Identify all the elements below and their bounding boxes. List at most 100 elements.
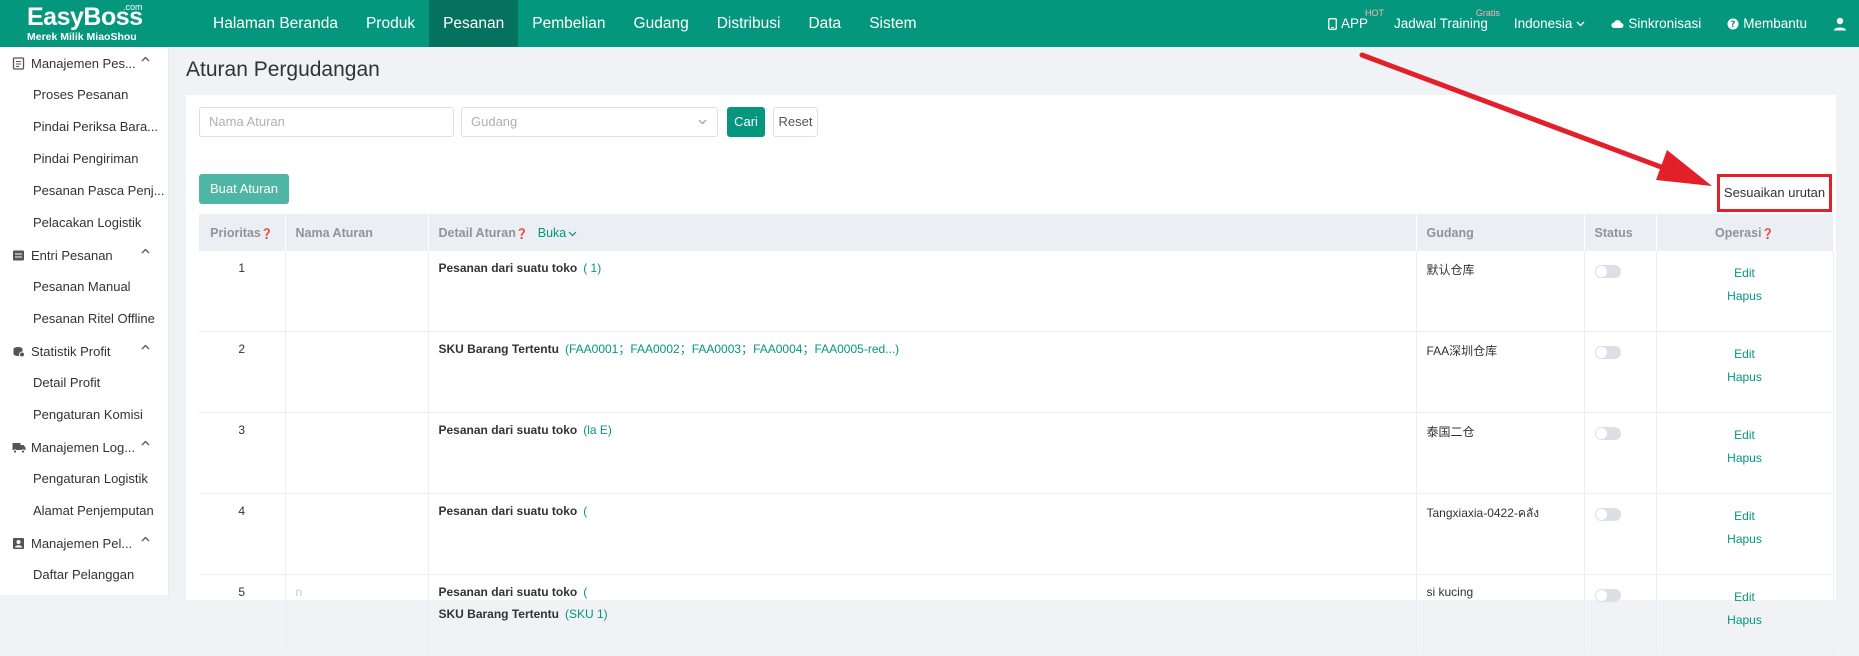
sidebar-item[interactable]: Pesanan Pasca Penj... bbox=[0, 175, 168, 207]
create-rule-button[interactable]: Buat Aturan bbox=[199, 174, 289, 204]
header-rule-detail: Detail Aturan❓ Buka bbox=[428, 214, 1417, 251]
main-content: Aturan Pergudangan Nama Aturan Gudang Ca… bbox=[168, 47, 1859, 656]
sidebar-item[interactable]: Detail Profit bbox=[0, 367, 168, 399]
question-icon[interactable]: ❓ bbox=[261, 229, 273, 240]
sidebar-group[interactable]: Statistik Profit bbox=[0, 335, 168, 367]
reset-button[interactable]: Reset bbox=[773, 107, 818, 137]
sidebar-item[interactable]: Pesanan Ritel Offline bbox=[0, 303, 168, 335]
nav-item[interactable]: Data bbox=[794, 0, 855, 47]
nav-item[interactable]: Pembelian bbox=[518, 0, 619, 47]
rule-name-cell: n bbox=[285, 574, 429, 656]
edit-link[interactable]: Edit bbox=[1667, 504, 1823, 529]
sidebar-item[interactable]: Pesanan Manual bbox=[0, 271, 168, 303]
status-toggle[interactable] bbox=[1594, 265, 1621, 278]
sidebar-item[interactable]: Pelacakan Logistik bbox=[0, 207, 168, 239]
edit-link[interactable]: Edit bbox=[1667, 261, 1823, 286]
nav-item[interactable]: Halaman Beranda bbox=[199, 0, 352, 47]
status-toggle[interactable] bbox=[1594, 346, 1621, 359]
header-rule-name: Nama Aturan bbox=[285, 214, 429, 251]
warehouse-select[interactable]: Gudang bbox=[461, 107, 718, 137]
sync-label: Sinkronisasi bbox=[1628, 16, 1702, 31]
customize-order-button[interactable]: Sesuaikan urutan bbox=[1717, 174, 1832, 212]
rule-condition: SKU Barang Tertentu (FAA0001；FAA0002；FAA0… bbox=[439, 342, 1406, 364]
sync-button[interactable]: Sinkronisasi bbox=[1611, 16, 1701, 31]
header-priority: Prioritas❓ bbox=[199, 214, 286, 251]
status-toggle[interactable] bbox=[1594, 427, 1621, 440]
status-toggle[interactable] bbox=[1594, 508, 1621, 521]
nav-item[interactable]: Sistem bbox=[855, 0, 930, 47]
expand-label: Buka bbox=[537, 225, 567, 240]
chevron-down-icon bbox=[698, 119, 707, 125]
order-icon bbox=[12, 56, 25, 70]
sidebar-item[interactable]: Proses Pesanan bbox=[0, 79, 168, 111]
warehouse-cell: Tangxiaxia-0422-คลัง bbox=[1416, 493, 1585, 575]
sidebar-group[interactable]: Manajemen Log... bbox=[0, 431, 168, 463]
sidebar-item[interactable]: Pengaturan Logistik bbox=[0, 463, 168, 495]
sidebar: Manajemen Pes... Proses Pesanan Pindai Per… bbox=[0, 47, 169, 595]
status-cell bbox=[1584, 251, 1657, 332]
edit-link[interactable]: Edit bbox=[1667, 342, 1823, 367]
user-avatar[interactable] bbox=[1833, 17, 1847, 31]
language-label: Indonesia bbox=[1513, 16, 1573, 31]
sidebar-item[interactable]: Pengaturan Komisi bbox=[0, 399, 168, 431]
sidebar-group[interactable]: Manajemen Pel... bbox=[0, 527, 168, 559]
sidebar-group[interactable]: Manajemen Pes... bbox=[0, 47, 168, 79]
rule-name-input[interactable]: Nama Aturan bbox=[199, 107, 454, 137]
rule-condition: Pesanan dari suatu toko (la E) bbox=[439, 423, 1406, 445]
nav-item[interactable]: Produk bbox=[352, 0, 429, 47]
nav-item[interactable]: Gudang bbox=[620, 0, 703, 47]
language-select[interactable]: Indonesia bbox=[1514, 16, 1586, 31]
status-toggle[interactable] bbox=[1594, 589, 1621, 602]
rules-panel: Buat Aturan Sesuaikan urutan Prioritas❓ … bbox=[186, 160, 1836, 656]
help-label: Membantu bbox=[1743, 16, 1807, 31]
status-cell bbox=[1584, 331, 1657, 413]
operation-cell: Edit Hapus bbox=[1656, 331, 1834, 413]
rule-name-cell bbox=[285, 331, 429, 413]
header-detail-label: Detail Aturan bbox=[438, 225, 516, 240]
chevron-up-icon bbox=[141, 56, 150, 62]
status-cell bbox=[1584, 574, 1657, 656]
rule-detail-cell: Pesanan dari suatu toko (SKU Barang Terte… bbox=[428, 574, 1417, 656]
condition-value: ( bbox=[583, 504, 588, 518]
nav-item[interactable]: Pesanan bbox=[429, 0, 519, 47]
question-icon[interactable]: ❓ bbox=[516, 229, 528, 240]
condition-value: (FAA0001；FAA0002；FAA0003；FAA0004；FAA0005… bbox=[564, 342, 900, 356]
header-status: Status bbox=[1584, 214, 1657, 251]
warehouse-placeholder: Gudang bbox=[471, 114, 518, 129]
edit-link[interactable]: Edit bbox=[1667, 423, 1823, 448]
operation-cell: Edit Hapus bbox=[1656, 412, 1834, 494]
delete-link[interactable]: Hapus bbox=[1667, 608, 1823, 633]
nav-item[interactable]: Distribusi bbox=[703, 0, 795, 47]
priority-cell: 3 bbox=[199, 412, 286, 494]
logo-domain: .com bbox=[123, 2, 143, 12]
sidebar-group-label: Manajemen Log... bbox=[31, 439, 136, 455]
chevron-up-icon bbox=[141, 344, 150, 350]
sidebar-item[interactable]: Alamat Penjemputan bbox=[0, 495, 168, 527]
edit-link[interactable]: Edit bbox=[1667, 585, 1823, 610]
sidebar-group-label: Manajemen Pes... bbox=[31, 55, 136, 71]
sidebar-group[interactable]: Entri Pesanan bbox=[0, 239, 168, 271]
expand-toggle[interactable]: Buka bbox=[538, 226, 578, 240]
operation-cell: Edit Hapus bbox=[1656, 251, 1834, 332]
sidebar-item[interactable]: Pindai Pengiriman bbox=[0, 143, 168, 175]
delete-link[interactable]: Hapus bbox=[1667, 365, 1823, 390]
rule-name-cell bbox=[285, 412, 429, 494]
question-icon[interactable]: ❓ bbox=[1762, 229, 1774, 240]
delete-link[interactable]: Hapus bbox=[1667, 446, 1823, 471]
delete-link[interactable]: Hapus bbox=[1667, 284, 1823, 309]
sidebar-item[interactable]: Pindai Periksa Bara... bbox=[0, 111, 168, 143]
customer-icon bbox=[12, 537, 25, 550]
operation-cell: Edit Hapus bbox=[1656, 574, 1834, 656]
delete-link[interactable]: Hapus bbox=[1667, 527, 1823, 552]
logo[interactable]: EasyBoss .com Merek Milik MiaoShou bbox=[0, 0, 170, 47]
rule-detail-cell: Pesanan dari suatu toko ( bbox=[428, 493, 1417, 575]
search-button[interactable]: Cari bbox=[727, 107, 765, 137]
help-button[interactable]: ? Membantu bbox=[1727, 16, 1807, 31]
app-download[interactable]: APP HOT bbox=[1328, 8, 1384, 31]
warehouse-cell: 泰国二仓 bbox=[1416, 412, 1585, 494]
top-right-menu: APP HOT Jadwal Training Gratis Indonesia… bbox=[1328, 0, 1859, 47]
condition-value: ( 1) bbox=[583, 261, 602, 275]
priority-cell: 1 bbox=[199, 251, 286, 332]
sidebar-item[interactable]: Daftar Pelanggan bbox=[0, 559, 168, 591]
training-link[interactable]: Jadwal Training Gratis bbox=[1394, 8, 1500, 31]
